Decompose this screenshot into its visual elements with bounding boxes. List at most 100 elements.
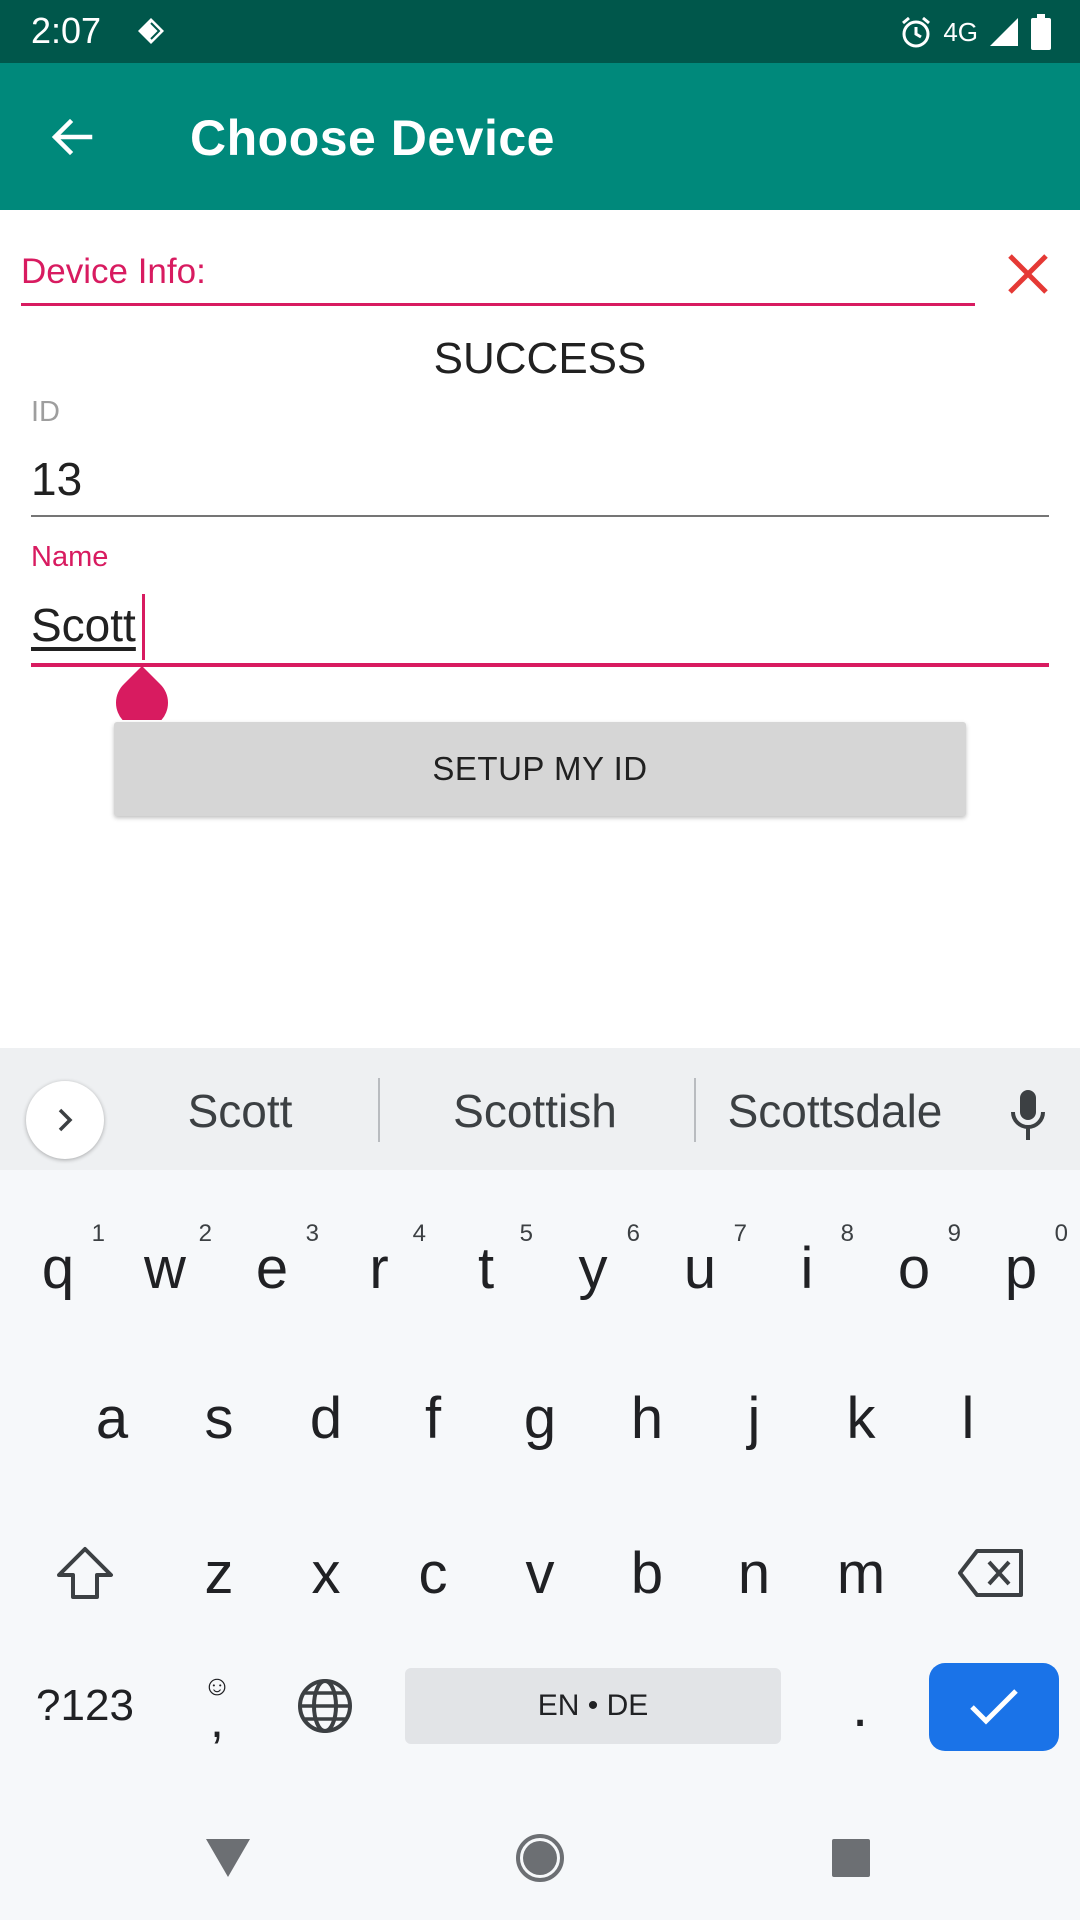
battery-icon [1031, 14, 1051, 50]
key-label: w [144, 1235, 186, 1301]
period-key[interactable]: . [815, 1658, 905, 1754]
name-input[interactable]: Scott [31, 598, 136, 652]
nav-recents-icon [832, 1839, 870, 1877]
key-u[interactable]: u7 [645, 1218, 755, 1318]
alarm-icon [902, 16, 931, 48]
setup-my-id-button[interactable]: SETUP MY ID [114, 722, 966, 816]
key-s[interactable]: s [164, 1368, 274, 1468]
comma-emoji-key[interactable]: ☺ , [172, 1653, 262, 1759]
suggestion-divider [694, 1078, 696, 1142]
key-f[interactable]: f [378, 1368, 488, 1468]
keyboard: Scott Scottish Scottsdale q1 w2 e3 r4 t5… [0, 1048, 1080, 1920]
key-v[interactable]: v [485, 1523, 595, 1623]
key-i[interactable]: i8 [752, 1218, 862, 1318]
suggestion-1[interactable]: Scott [120, 1084, 360, 1138]
key-number: 5 [519, 1220, 533, 1247]
diamond-icon [138, 18, 164, 44]
nav-home-icon [516, 1834, 564, 1882]
close-icon [1008, 254, 1048, 294]
key-label: , [210, 1692, 224, 1748]
key-n[interactable]: n [699, 1523, 809, 1623]
key-y[interactable]: y6 [538, 1218, 648, 1318]
network-type: 4G [943, 16, 978, 47]
suggestion-divider [378, 1078, 380, 1142]
suggestion-2[interactable]: Scottish [390, 1084, 680, 1138]
key-l[interactable]: l [913, 1368, 1023, 1468]
key-k[interactable]: k [806, 1368, 916, 1468]
status-bar: 2:07 4G [0, 0, 1080, 63]
expand-toolbar-button[interactable] [26, 1081, 104, 1159]
key-number: 9 [947, 1220, 961, 1247]
microphone-icon [1011, 1090, 1045, 1140]
key-label: r [369, 1235, 389, 1301]
name-underline [31, 663, 1049, 667]
key-e[interactable]: e3 [217, 1218, 327, 1318]
key-number: 1 [91, 1220, 105, 1247]
page-title: Choose Device [190, 110, 555, 166]
key-x[interactable]: x [271, 1523, 381, 1623]
suggestion-bar: Scott Scottish Scottsdale [0, 1048, 1080, 1170]
backspace-key[interactable] [937, 1523, 1047, 1623]
cursor-handle[interactable] [116, 666, 168, 720]
nav-back-icon [206, 1839, 250, 1877]
key-label: o [897, 1235, 931, 1301]
key-t[interactable]: t5 [431, 1218, 541, 1318]
key-number: 0 [1054, 1220, 1068, 1247]
key-number: 3 [305, 1220, 319, 1247]
globe-icon [298, 1679, 352, 1733]
close-button[interactable] [1000, 246, 1056, 302]
microphone-button[interactable] [1000, 1084, 1056, 1148]
key-label: q [41, 1235, 75, 1301]
key-d[interactable]: d [271, 1368, 381, 1468]
key-number: 4 [412, 1220, 426, 1247]
key-label: i [800, 1235, 814, 1301]
key-z[interactable]: z [164, 1523, 274, 1623]
back-button[interactable] [38, 103, 106, 171]
id-underline [31, 515, 1049, 517]
key-j[interactable]: j [699, 1368, 809, 1468]
key-r[interactable]: r4 [324, 1218, 434, 1318]
key-m[interactable]: m [806, 1523, 916, 1623]
key-c[interactable]: c [378, 1523, 488, 1623]
id-input[interactable]: 13 [31, 452, 82, 506]
key-p[interactable]: p0 [966, 1218, 1076, 1318]
nav-recents-button[interactable] [811, 1818, 891, 1898]
key-label: y [578, 1235, 608, 1301]
shift-icon [57, 1547, 113, 1599]
key-b[interactable]: b [592, 1523, 702, 1623]
chevron-right-icon [58, 1108, 73, 1132]
name-label: Name [31, 541, 109, 573]
text-cursor [142, 594, 145, 660]
device-info-label: Device Info: [21, 252, 206, 291]
backspace-icon [958, 1549, 1023, 1597]
space-key[interactable]: EN • DE [405, 1668, 781, 1744]
key-label: p [1004, 1235, 1038, 1301]
shift-key[interactable] [30, 1523, 140, 1623]
nav-back-button[interactable] [188, 1818, 268, 1898]
key-q[interactable]: q1 [3, 1218, 113, 1318]
key-label: t [477, 1235, 495, 1301]
suggestion-3[interactable]: Scottsdale [700, 1084, 970, 1138]
key-label: e [255, 1235, 289, 1301]
key-number: 6 [626, 1220, 640, 1247]
signal-icon [990, 18, 1018, 46]
status-icons: 4G [899, 12, 1052, 52]
check-icon [970, 1689, 1018, 1725]
key-h[interactable]: h [592, 1368, 702, 1468]
enter-key[interactable] [929, 1663, 1059, 1751]
key-a[interactable]: a [57, 1368, 167, 1468]
key-number: 8 [840, 1220, 854, 1247]
key-w[interactable]: w2 [110, 1218, 220, 1318]
key-label: u [683, 1235, 717, 1301]
app-bar: Choose Device [0, 63, 1080, 210]
status-time: 2:07 [31, 10, 102, 51]
status-message: SUCCESS [433, 334, 647, 383]
key-g[interactable]: g [485, 1368, 595, 1468]
key-o[interactable]: o9 [859, 1218, 969, 1318]
key-number: 2 [198, 1220, 212, 1247]
nav-home-button[interactable] [500, 1818, 580, 1898]
symbols-key[interactable]: ?123 [20, 1658, 150, 1754]
arrow-back-icon [51, 118, 93, 156]
language-key[interactable] [280, 1658, 370, 1754]
device-info-field[interactable]: Device Info: [21, 246, 975, 306]
